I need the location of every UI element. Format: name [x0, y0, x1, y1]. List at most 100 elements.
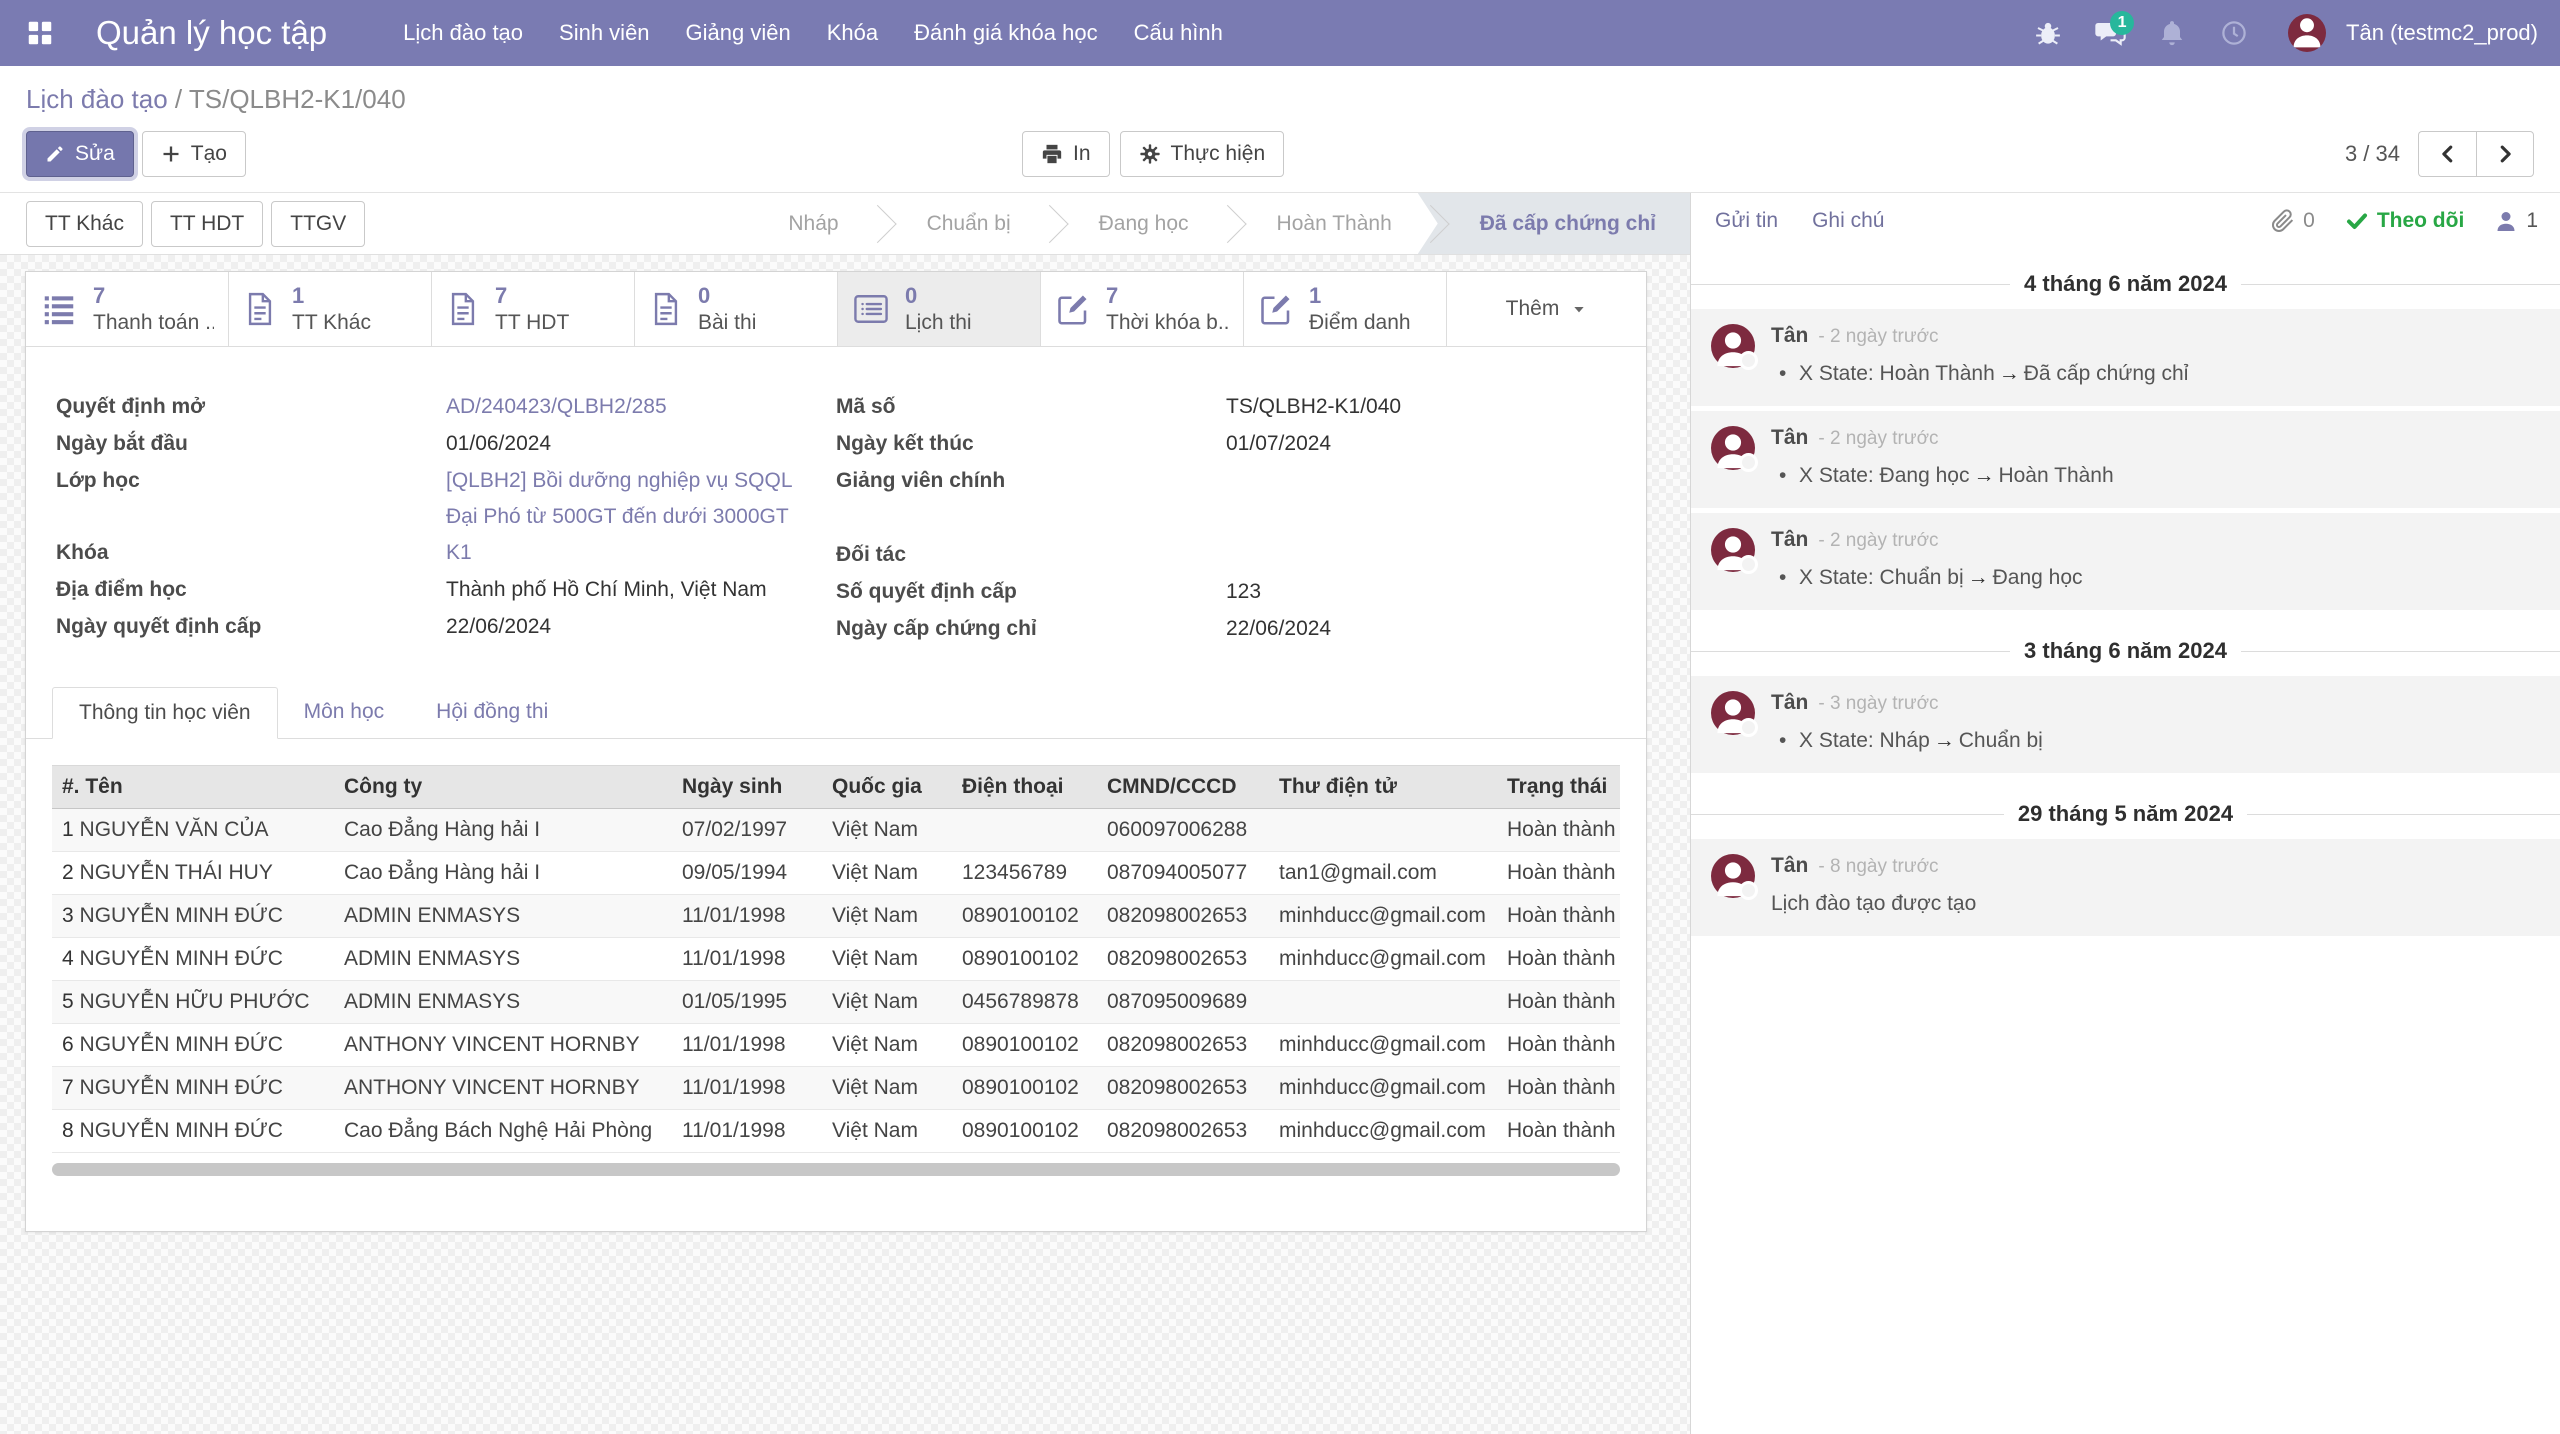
field-label: Đối tác — [836, 537, 1226, 573]
cell: Cao Đẳng Bách Nghệ Hải Phòng — [334, 1110, 672, 1153]
tab-2[interactable]: Hội đồng thi — [410, 687, 574, 739]
statusbar-button-1[interactable]: TT HDT — [151, 201, 263, 247]
stage-separator-icon — [1418, 193, 1454, 254]
date-separator: 29 tháng 5 năm 2024 — [1691, 801, 2560, 827]
horizontal-scrollbar[interactable] — [52, 1163, 1620, 1176]
cell: 01/05/1995 — [672, 981, 822, 1024]
smart-button-1[interactable]: 1TT Khác — [229, 272, 432, 346]
follow-button[interactable]: Theo dõi — [2345, 209, 2465, 233]
date-separator: 3 tháng 6 năm 2024 — [1691, 638, 2560, 664]
smart-button-3[interactable]: 0Bài thi — [635, 272, 838, 346]
tracking-old-value: X State: Nháp — [1799, 729, 1930, 752]
table-row[interactable]: 8 NGUYỄN MINH ĐỨCCao Đẳng Bách Nghệ Hải … — [52, 1110, 1620, 1153]
followers-button[interactable]: 1 — [2494, 209, 2538, 233]
table-row[interactable]: 7 NGUYỄN MINH ĐỨCANTHONY VINCENT HORNBY1… — [52, 1067, 1620, 1110]
notifications-bell-icon[interactable] — [2146, 11, 2198, 55]
field-value[interactable]: K1 — [446, 535, 472, 571]
table-row[interactable]: 3 NGUYỄN MINH ĐỨCADMIN ENMASYS11/01/1998… — [52, 895, 1620, 938]
stage-3[interactable]: Hoàn Thành — [1251, 193, 1418, 254]
stage-2[interactable]: Đang học — [1073, 193, 1215, 254]
send-message-button[interactable]: Gửi tin — [1715, 209, 1778, 233]
stage-separator-icon — [865, 193, 901, 254]
table-column-header: Trạng thái — [1497, 766, 1620, 809]
activities-clock-icon[interactable] — [2208, 11, 2260, 55]
message-author: Tân — [1771, 691, 1808, 715]
menu-item-2[interactable]: Giảng viên — [672, 12, 805, 54]
message-body: Lịch đào tạo được tạo — [1771, 892, 2536, 916]
field-label: Địa điểm học — [56, 572, 446, 608]
smart-button-5[interactable]: 7Thời khóa b... — [1041, 272, 1244, 346]
arrow-right-icon: → — [1964, 566, 1993, 589]
more-smart-buttons-button[interactable]: Thêm — [1447, 272, 1646, 346]
messages-icon[interactable]: 1 — [2084, 11, 2136, 55]
user-avatar[interactable] — [2288, 14, 2326, 52]
form-background: 7Thanh toán ...1TT Khác7TT HDT0Bài thi0L… — [0, 255, 1690, 1434]
edit-icon — [1258, 291, 1294, 327]
log-note-button[interactable]: Ghi chú — [1812, 209, 1884, 233]
message-body: X State: Đang học→Hoàn Thành — [1771, 464, 2536, 488]
cell: 0456789878 — [952, 981, 1097, 1024]
cell: 07/02/1997 — [672, 809, 822, 852]
main-menu: Lịch đào tạoSinh viênGiảng viênKhóaĐánh … — [389, 12, 1237, 54]
smart-button-value: 7 — [1106, 283, 1229, 309]
chatter-message: Tân- 8 ngày trướcLịch đào tạo được tạo — [1691, 839, 2560, 936]
pager-next-button[interactable] — [2476, 131, 2534, 177]
tab-1[interactable]: Môn học — [278, 687, 411, 739]
app-title[interactable]: Quản lý học tập — [96, 14, 327, 52]
tab-0[interactable]: Thông tin học viên — [52, 687, 278, 739]
table-row[interactable]: 1 NGUYỄN VĂN CỦACao Đẳng Hàng hải I07/02… — [52, 809, 1620, 852]
cell — [952, 809, 1097, 852]
table-row[interactable]: 6 NGUYỄN MINH ĐỨCANTHONY VINCENT HORNBY1… — [52, 1024, 1620, 1067]
cell: Việt Nam — [822, 1110, 952, 1153]
breadcrumb-separator: / — [175, 84, 189, 114]
statusbar-button-2[interactable]: TTGV — [271, 201, 365, 247]
pager-previous-button[interactable] — [2418, 131, 2476, 177]
row-number: 5 — [62, 990, 74, 1013]
statusbar-button-0[interactable]: TT Khác — [26, 201, 143, 247]
smart-button-0[interactable]: 7Thanh toán ... — [26, 272, 229, 346]
field-value[interactable]: [QLBH2] Bồi dưỡng nghiệp vụ SQQL Đại Phó… — [446, 463, 818, 535]
date-separator-label: 4 tháng 6 năm 2024 — [2024, 271, 2227, 297]
cell: tan1@gmail.com — [1269, 852, 1497, 895]
cell: 11/01/1998 — [672, 938, 822, 981]
breadcrumb-current: TS/QLBH2-K1/040 — [189, 84, 406, 114]
smart-button-value: 7 — [495, 283, 569, 309]
smart-button-label: Thanh toán ... — [93, 310, 214, 335]
smart-button-value: 0 — [698, 283, 756, 309]
more-button-label: Thêm — [1506, 297, 1560, 321]
debug-bug-icon[interactable] — [2022, 11, 2074, 55]
smart-button-2[interactable]: 7TT HDT — [432, 272, 635, 346]
tracking-new-value: Đã cấp chứng chỉ — [2024, 362, 2189, 385]
menu-item-0[interactable]: Lịch đào tạo — [389, 12, 537, 54]
field-value[interactable]: AD/240423/QLBH2/285 — [446, 389, 667, 425]
cell: Hoàn thành — [1497, 852, 1620, 895]
action-button[interactable]: Thực hiện — [1120, 131, 1285, 177]
cell-name: 8 NGUYỄN MINH ĐỨC — [52, 1110, 334, 1153]
menu-item-3[interactable]: Khóa — [813, 12, 892, 54]
table-row[interactable]: 2 NGUYỄN THÁI HUYCao Đẳng Hàng hải I09/0… — [52, 852, 1620, 895]
breadcrumb-parent-link[interactable]: Lịch đào tạo — [26, 84, 168, 114]
table-row[interactable]: 4 NGUYỄN MINH ĐỨCADMIN ENMASYS11/01/1998… — [52, 938, 1620, 981]
pager: 3 / 34 — [2345, 131, 2534, 177]
check-icon — [2345, 209, 2369, 233]
apps-grid-icon[interactable] — [20, 13, 60, 53]
cell-name: 7 NGUYỄN MINH ĐỨC — [52, 1067, 334, 1110]
smart-button-6[interactable]: 1Điểm danh — [1244, 272, 1447, 346]
stage-4[interactable]: Đã cấp chứng chỉ — [1418, 193, 1690, 254]
field-row: Quyết định mởAD/240423/QLBH2/285 — [56, 389, 836, 426]
menu-item-1[interactable]: Sinh viên — [545, 12, 664, 54]
edit-button[interactable]: Sửa — [26, 131, 134, 177]
create-button[interactable]: Tạo — [142, 131, 246, 177]
table-row[interactable]: 5 NGUYỄN HỮU PHƯỚCADMIN ENMASYS01/05/199… — [52, 981, 1620, 1024]
avatar — [1711, 691, 1755, 735]
stage-0[interactable]: Nháp — [762, 193, 864, 254]
cell: 082098002653 — [1097, 1024, 1269, 1067]
field-column-left: Quyết định mởAD/240423/QLBH2/285Ngày bắt… — [56, 389, 836, 648]
stage-1[interactable]: Chuẩn bị — [901, 193, 1037, 254]
menu-item-4[interactable]: Đánh giá khóa học — [900, 12, 1111, 54]
smart-button-4[interactable]: 0Lịch thi — [838, 272, 1041, 346]
menu-item-5[interactable]: Cấu hình — [1120, 12, 1237, 54]
attachments-button[interactable]: 0 — [2271, 209, 2315, 233]
print-button[interactable]: In — [1022, 131, 1110, 177]
user-menu[interactable]: Tân (testmc2_prod) — [2346, 20, 2538, 46]
